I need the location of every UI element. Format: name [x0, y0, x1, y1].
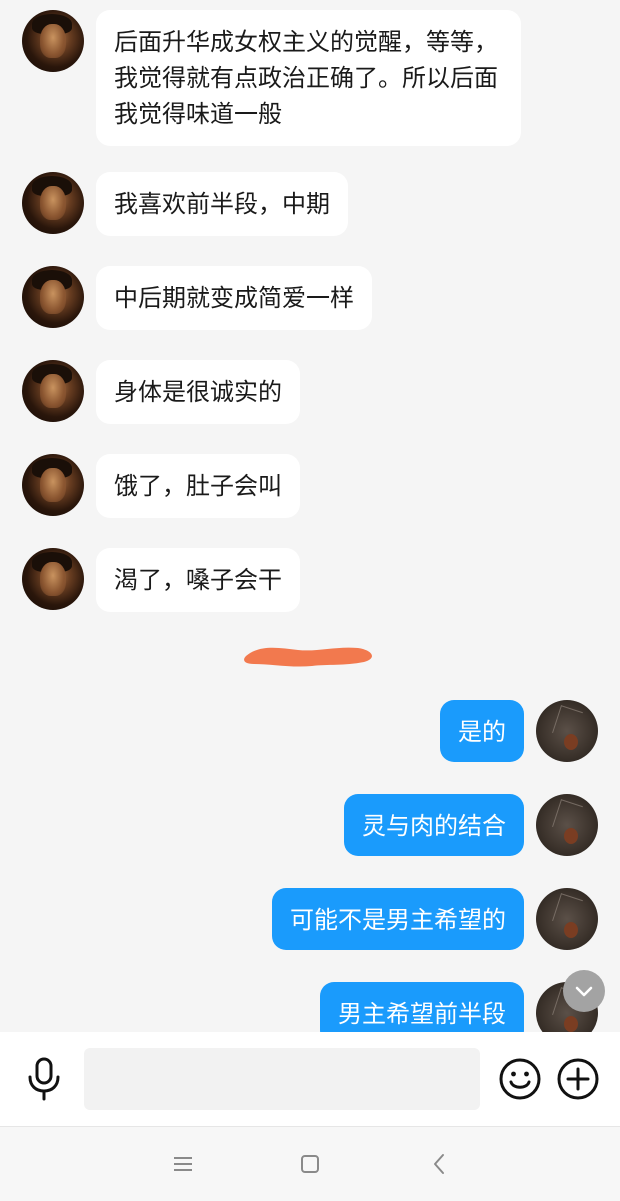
message-bubble[interactable]: 渴了，嗓子会干	[96, 548, 300, 612]
my-avatar[interactable]	[536, 888, 598, 950]
message-bubble[interactable]: 可能不是男主希望的	[272, 888, 524, 950]
microphone-icon	[28, 1057, 60, 1101]
contact-avatar[interactable]	[22, 10, 84, 72]
square-home-icon	[301, 1155, 319, 1173]
redaction-scribble	[244, 647, 372, 667]
message-bubble[interactable]: 中后期就变成简爱一样	[96, 266, 372, 330]
voice-input-button[interactable]	[22, 1056, 66, 1102]
smiley-icon	[499, 1058, 541, 1100]
message-bubble[interactable]: 后面升华成女权主义的觉醒，等等，我觉得就有点政治正确了。所以后面我觉得味道一般	[96, 10, 521, 146]
system-navigation-bar	[0, 1126, 620, 1201]
message-row: 身体是很诚实的	[0, 360, 620, 424]
message-bubble[interactable]: 身体是很诚实的	[96, 360, 300, 424]
message-row: 饿了，肚子会叫	[0, 454, 620, 518]
message-bubble[interactable]: 饿了，肚子会叫	[96, 454, 300, 518]
emoji-button[interactable]	[498, 1057, 542, 1101]
recent-apps-button[interactable]	[168, 1149, 198, 1179]
back-chevron-icon	[434, 1154, 444, 1174]
message-bubble[interactable]: 我喜欢前半段，中期	[96, 172, 348, 236]
contact-avatar[interactable]	[22, 548, 84, 610]
menu-icon	[174, 1157, 192, 1171]
message-row: 后面升华成女权主义的觉醒，等等，我觉得就有点政治正确了。所以后面我觉得味道一般	[0, 10, 620, 146]
message-row: 渴了，嗓子会干	[0, 548, 620, 612]
message-input-bar	[0, 1032, 620, 1126]
message-text-input[interactable]	[84, 1048, 480, 1110]
contact-avatar[interactable]	[22, 172, 84, 234]
contact-avatar[interactable]	[22, 454, 84, 516]
scroll-to-bottom-button[interactable]	[563, 970, 605, 1012]
plus-icon	[557, 1058, 599, 1100]
back-button[interactable]	[425, 1149, 455, 1179]
message-row: 中后期就变成简爱一样	[0, 266, 620, 330]
home-button[interactable]	[295, 1149, 325, 1179]
message-row: 是的	[0, 700, 620, 762]
message-row: 可能不是男主希望的	[0, 888, 620, 950]
contact-avatar[interactable]	[22, 360, 84, 422]
message-bubble[interactable]: 灵与肉的结合	[344, 794, 524, 856]
contact-avatar[interactable]	[22, 266, 84, 328]
message-bubble[interactable]: 是的	[440, 700, 524, 762]
message-row: 灵与肉的结合	[0, 794, 620, 856]
chat-history[interactable]: 后面升华成女权主义的觉醒，等等，我觉得就有点政治正确了。所以后面我觉得味道一般 …	[0, 0, 620, 1032]
more-options-button[interactable]	[556, 1057, 600, 1101]
message-bubble[interactable]: 男主希望前半段	[320, 982, 524, 1032]
chevron-down-icon	[575, 986, 593, 997]
message-row: 我喜欢前半段，中期	[0, 172, 620, 236]
message-row: 男主希望前半段	[0, 982, 620, 1032]
my-avatar[interactable]	[536, 700, 598, 762]
my-avatar[interactable]	[536, 794, 598, 856]
